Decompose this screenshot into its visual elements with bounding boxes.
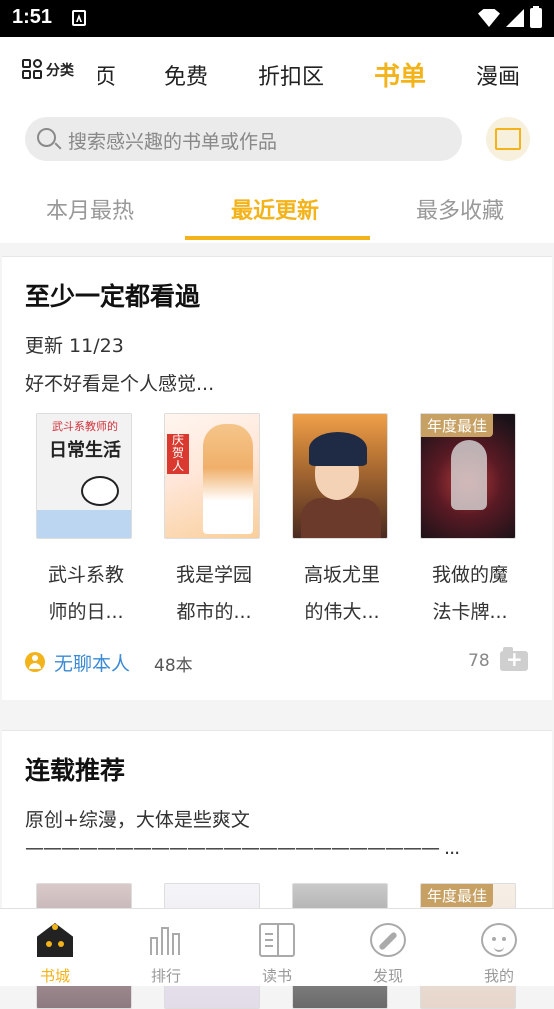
signal-icon bbox=[506, 9, 524, 27]
author-link[interactable]: 无聊本人 bbox=[54, 649, 130, 676]
nav-profile[interactable]: 我的 bbox=[444, 909, 554, 987]
book-title: 我做的魔 法卡牌... bbox=[431, 564, 508, 623]
nav-label: 排行 bbox=[150, 967, 181, 985]
compass-icon bbox=[370, 923, 406, 957]
status-icons bbox=[478, 6, 542, 28]
user-icon bbox=[25, 652, 45, 672]
top-nav: 分类 首页 免费 折扣区 书单 漫画 bbox=[0, 37, 554, 119]
book-cover bbox=[292, 413, 388, 539]
wifi-icon bbox=[478, 9, 500, 27]
search-placeholder: 搜索感兴趣的书单或作品 bbox=[68, 131, 278, 153]
nav-label: 书城 bbox=[39, 967, 70, 985]
open-book-icon bbox=[259, 923, 295, 957]
top-tabs: 首页 免费 折扣区 书单 漫画 bbox=[98, 59, 554, 93]
nav-ranking[interactable]: 排行 bbox=[111, 909, 221, 987]
tab-free[interactable]: 免费 bbox=[164, 59, 208, 93]
nav-bookstore[interactable]: 书城 bbox=[0, 909, 110, 987]
category-label: 分类 bbox=[46, 63, 74, 79]
book-title: 我是学园 都市的... bbox=[175, 564, 252, 623]
nav-label: 读书 bbox=[261, 967, 292, 985]
booklist-footer: 无聊本人 48本 78 + bbox=[2, 647, 552, 676]
sim-icon bbox=[72, 10, 86, 26]
booklist-description: 原创+综漫，大体是些爽文 bbox=[25, 809, 250, 831]
bar-chart-icon bbox=[148, 923, 184, 957]
tab-booklist[interactable]: 书单 bbox=[374, 56, 426, 93]
folder-icon bbox=[495, 128, 521, 150]
subtab-most-favorited[interactable]: 最多收藏 bbox=[416, 193, 504, 225]
best-of-year-badge: 年度最佳 bbox=[421, 884, 494, 907]
book-title: 高坂尤里 的伟大... bbox=[303, 564, 380, 623]
book-cover: 庆贺人 bbox=[164, 413, 260, 539]
search-row: 搜索感兴趣的书单或作品 bbox=[0, 115, 554, 165]
favorite-count: 78 bbox=[468, 651, 490, 671]
nav-label: 我的 bbox=[483, 967, 514, 985]
battery-icon bbox=[530, 6, 542, 28]
search-input[interactable]: 搜索感兴趣的书单或作品 bbox=[25, 117, 462, 161]
bottom-nav: 书城 排行 读书 发现 我的 bbox=[0, 908, 554, 986]
status-bar: 1:51 bbox=[0, 0, 554, 37]
my-booklists-button[interactable] bbox=[486, 117, 530, 161]
subtab-recently-updated[interactable]: 最近更新 bbox=[231, 193, 319, 225]
booklist-description-line2: ——————————————————————— ... bbox=[25, 837, 460, 859]
nav-discover[interactable]: 发现 bbox=[333, 909, 443, 987]
active-tab-indicator bbox=[185, 236, 370, 240]
booklist-updated: 更新 11/23 bbox=[25, 335, 124, 357]
booklist-card[interactable]: 至少一定都看過 更新 11/23 好不好看是个人感觉... 武斗系教师的 日常生… bbox=[2, 256, 552, 700]
tab-home[interactable]: 首页 bbox=[98, 59, 118, 93]
tab-discount[interactable]: 折扣区 bbox=[258, 59, 324, 93]
booklist-description: 好不好看是个人感觉... bbox=[25, 373, 215, 395]
book-count: 48本 bbox=[154, 656, 193, 676]
sub-tabs: 本月最热 最近更新 最多收藏 bbox=[0, 165, 554, 243]
status-time: 1:51 bbox=[12, 6, 53, 28]
book-cover: 年度最佳 bbox=[420, 413, 516, 539]
best-of-year-badge: 年度最佳 bbox=[421, 414, 494, 437]
nav-reading[interactable]: 读书 bbox=[222, 909, 332, 987]
book-title: 武斗系教 师的日... bbox=[47, 564, 124, 623]
nav-label: 发现 bbox=[372, 967, 403, 985]
tab-comics[interactable]: 漫画 bbox=[476, 59, 520, 93]
booklist-title: 连载推荐 bbox=[25, 756, 126, 785]
category-button[interactable]: 分类 bbox=[22, 59, 74, 81]
booklist-card[interactable]: 连载推荐 原创+综漫，大体是些爽文 ——————————————————————… bbox=[2, 730, 552, 1009]
add-favorite-icon[interactable]: + bbox=[500, 647, 528, 671]
cat-face-icon bbox=[481, 923, 517, 957]
grid-icon bbox=[22, 59, 44, 81]
search-icon bbox=[37, 128, 56, 147]
book-cover: 武斗系教师的 日常生活 bbox=[36, 413, 132, 539]
subtab-monthly-hot[interactable]: 本月最热 bbox=[46, 193, 134, 225]
booklist-title: 至少一定都看過 bbox=[25, 282, 201, 311]
